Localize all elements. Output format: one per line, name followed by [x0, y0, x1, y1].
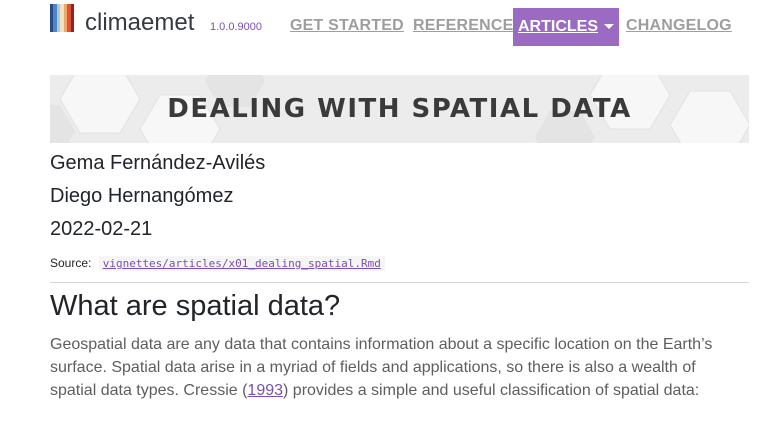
page-title: DEALING WITH SPATIAL DATA — [167, 94, 632, 124]
publication-date: 2022-02-21 — [50, 218, 153, 240]
navbar: climaemet 1.0.0.9000 GET STARTED REFEREN… — [0, 0, 773, 52]
nav-articles-dropdown[interactable]: ARTICLES — [513, 8, 619, 46]
section-heading: What are spatial data? — [50, 290, 341, 322]
nav-articles-label: ARTICLES — [518, 18, 598, 35]
next-line-fragment — [155, 418, 425, 424]
nav-reference[interactable]: REFERENCE — [413, 17, 513, 35]
brand-name[interactable]: climaemet — [85, 8, 194, 38]
page-banner: DEALING WITH SPATIAL DATA — [50, 75, 749, 143]
section-paragraph: Geospatial data are any data that contai… — [50, 333, 740, 402]
nav-changelog[interactable]: CHANGELOG — [626, 17, 732, 35]
divider — [50, 282, 749, 283]
climaemet-logo-icon[interactable] — [50, 4, 74, 32]
source-label: Source: — [50, 256, 92, 270]
paragraph-text: ) provides a simple and useful classific… — [283, 382, 700, 399]
caret-down-icon — [604, 23, 614, 29]
source-link[interactable]: vignettes/articles/x01_dealing_spatial.R… — [98, 256, 385, 271]
version-badge: 1.0.0.9000 — [210, 21, 262, 33]
citation-link[interactable]: 1993 — [247, 382, 283, 399]
author-name: Gema Fernández-Avilés — [50, 152, 266, 174]
author-name: Diego Hernangómez — [50, 185, 234, 207]
nav-get-started[interactable]: GET STARTED — [290, 17, 404, 35]
source-line: Source: vignettes/articles/x01_dealing_s… — [50, 256, 385, 271]
